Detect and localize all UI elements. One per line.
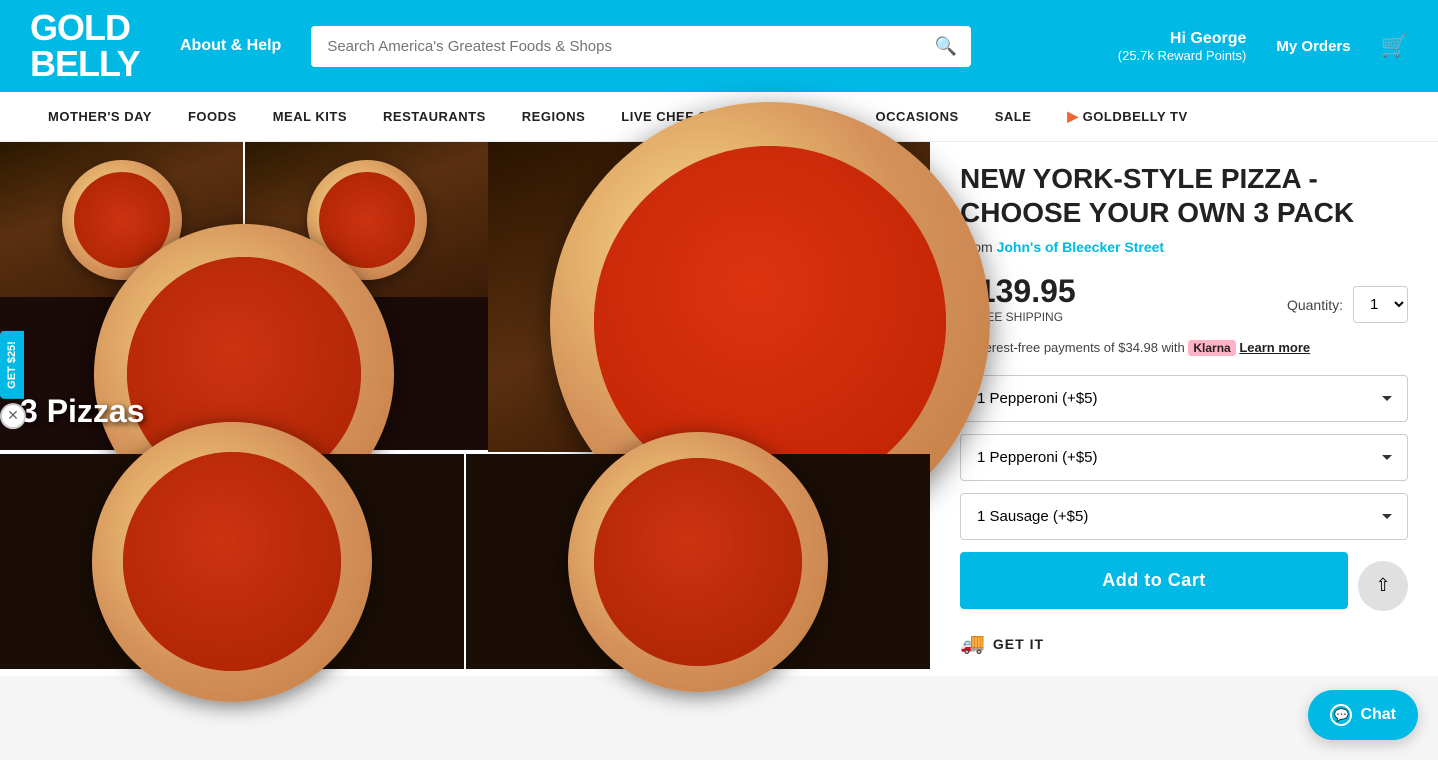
nav-item-regions[interactable]: REGIONS (504, 93, 603, 140)
three-pizzas-label: 3 Pizzas (20, 393, 145, 430)
truck-icon: 🚚 (960, 631, 985, 656)
site-header: GOLD belly About & Help 🔍 Hi George (25.… (0, 0, 1438, 92)
image-grid-bottom (0, 454, 930, 669)
product-from: From John's of Bleecker Street (960, 239, 1408, 255)
add-to-cart-button[interactable]: Add to Cart (960, 552, 1348, 609)
cart-row: Add to Cart ⇧ (960, 552, 1408, 619)
pizza-bottom-right[interactable] (466, 454, 930, 669)
nav-item-sale[interactable]: SALE (977, 93, 1050, 140)
chat-button[interactable]: 💬 Chat (1308, 690, 1418, 740)
nav-item-meal-kits[interactable]: MEAL KITS (255, 93, 365, 140)
side-promo: GET $25! ✕ (0, 331, 26, 429)
scroll-to-top-button[interactable]: ⇧ (1358, 561, 1408, 611)
chat-icon: 💬 (1330, 704, 1352, 726)
about-help-link[interactable]: About & Help (180, 37, 281, 55)
nav-item-goldbelly-tv[interactable]: ▶ GOLDBELLY TV (1049, 92, 1205, 141)
search-bar: 🔍 (311, 26, 971, 67)
product-info-panel: NEW YORK-STYLE PIZZA - CHOOSE YOUR OWN 3… (930, 142, 1438, 676)
nav-item-foods[interactable]: FOODS (170, 93, 255, 140)
quantity-label: Quantity: (1287, 297, 1343, 313)
pizza-select-2[interactable]: 1 Pepperoni (+$5) 1 Sausage (+$5) 1 Chee… (960, 434, 1408, 481)
price-row: $139.95 + FREE SHIPPING Quantity: 1 2 3 … (960, 273, 1408, 336)
pizza-select-3[interactable]: 1 Sausage (+$5) 1 Pepperoni (+$5) 1 Chee… (960, 493, 1408, 540)
get-it-row: 🚚 GET IT (960, 631, 1408, 656)
nav-item-restaurants[interactable]: RESTAURANTS (365, 93, 504, 140)
get-it-label: GET IT (993, 636, 1044, 652)
promo-close-button[interactable]: ✕ (0, 403, 26, 429)
image-grid-top: 3 Pizzas (0, 142, 930, 452)
image-left-column: 3 Pizzas (0, 142, 488, 452)
vendor-link[interactable]: John's of Bleecker Street (997, 239, 1165, 255)
klarna-badge: Klarna (1188, 340, 1235, 356)
user-greeting[interactable]: Hi George (25.7k Reward Points) (1118, 30, 1247, 63)
search-button[interactable]: 🔍 (921, 26, 971, 67)
pizza-select-1[interactable]: 1 Pepperoni (+$5) 1 Sausage (+$5) 1 Chee… (960, 375, 1408, 422)
klarna-row: 4 interest-free payments of $34.98 with … (960, 340, 1408, 355)
pizza-bottom-left[interactable] (0, 454, 464, 669)
play-icon: ▶ (1067, 108, 1078, 125)
header-right: Hi George (25.7k Reward Points) My Order… (1118, 30, 1408, 63)
quantity-select[interactable]: 1 2 3 4 5 (1353, 286, 1408, 323)
klarna-learn-more[interactable]: Learn more (1239, 340, 1310, 355)
search-input[interactable] (311, 26, 921, 67)
product-title: NEW YORK-STYLE PIZZA - CHOOSE YOUR OWN 3… (960, 162, 1408, 229)
main-content: 3 Pizzas (0, 142, 1438, 676)
my-orders-link[interactable]: My Orders (1276, 38, 1350, 55)
chat-label: Chat (1360, 706, 1396, 724)
product-image-grid: 3 Pizzas (0, 142, 930, 676)
site-logo[interactable]: GOLD belly (30, 10, 150, 82)
cart-icon[interactable]: 🛒 (1381, 33, 1408, 59)
nav-item-mothers-day[interactable]: MOTHER'S DAY (30, 93, 170, 140)
pizza-main-image[interactable] (488, 142, 930, 452)
promo-tab[interactable]: GET $25! (0, 331, 24, 399)
